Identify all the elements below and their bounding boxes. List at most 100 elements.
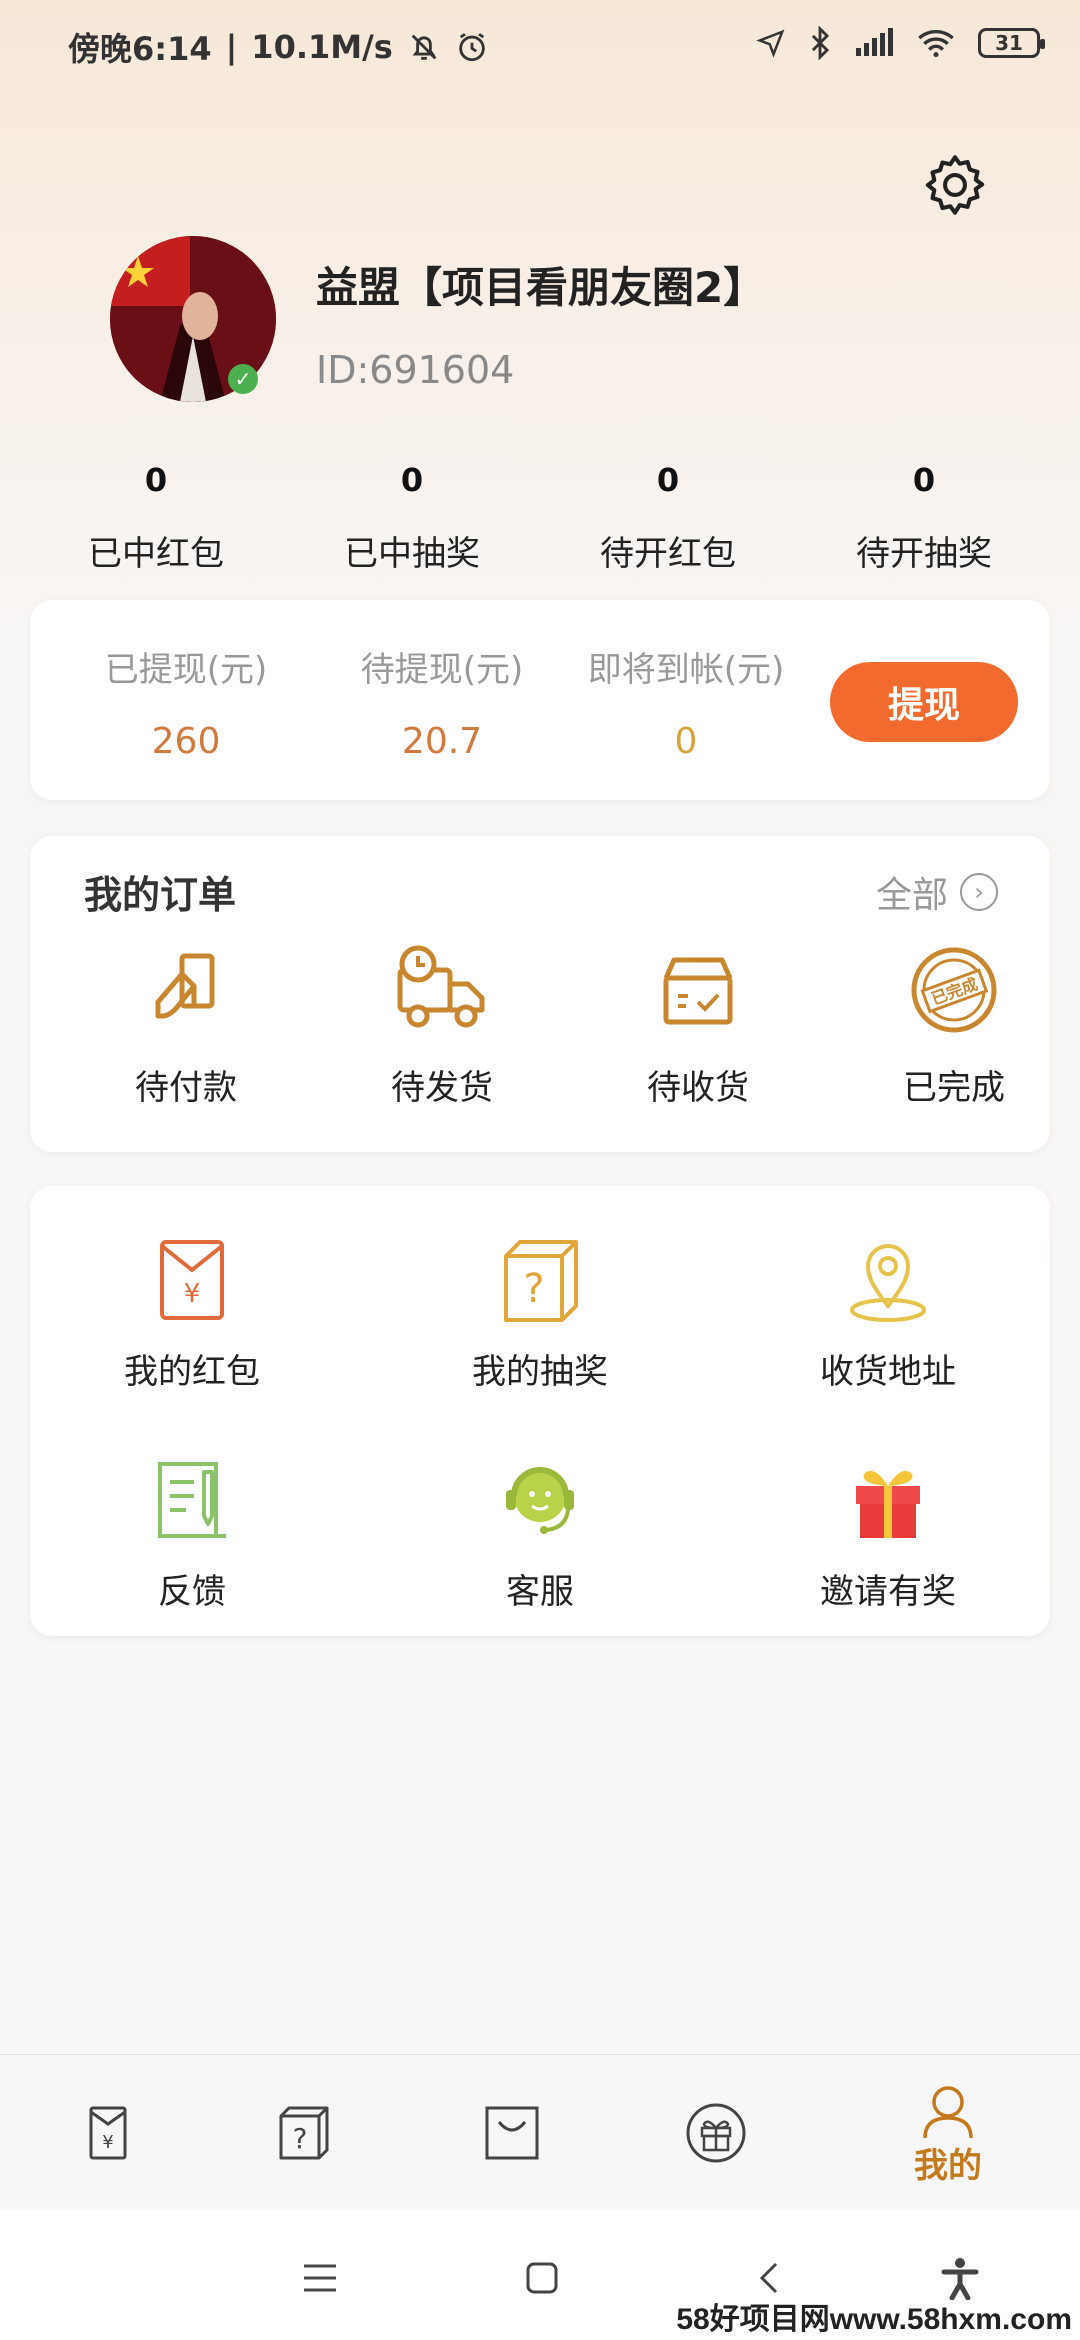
network-speed: 10.1M/s bbox=[251, 28, 393, 66]
service-my-lottery[interactable]: ? 我的抽奖 bbox=[420, 1236, 660, 1393]
wifi-icon bbox=[918, 30, 954, 58]
orders-card: 我的订单 全部 › 待付款 待发货 待收货 已完成 已完成 bbox=[30, 836, 1050, 1152]
feedback-icon bbox=[158, 1462, 226, 1538]
stat-won-redpacket[interactable]: 0 已中红包 bbox=[28, 456, 284, 576]
chevron-right-icon: › bbox=[960, 873, 999, 911]
status-time: 傍晚6:14 bbox=[68, 30, 212, 68]
gear-icon bbox=[925, 155, 985, 215]
stat-label: 待开抽奖 bbox=[856, 534, 992, 574]
system-nav-bar: 58好项目网www.58hxm.com bbox=[0, 2210, 1080, 2340]
service-feedback[interactable]: 反馈 bbox=[72, 1456, 312, 1613]
verified-badge-icon: ✓ bbox=[228, 364, 258, 394]
service-label: 客服 bbox=[506, 1572, 574, 1612]
order-label: 待发货 bbox=[391, 1068, 493, 1108]
service-shipping-address[interactable]: 收货地址 bbox=[768, 1236, 1008, 1393]
stat-value: 0 bbox=[656, 461, 680, 499]
service-label: 收货地址 bbox=[820, 1352, 956, 1392]
order-label: 已完成 bbox=[903, 1068, 1005, 1108]
service-label: 我的红包 bbox=[124, 1352, 260, 1392]
home-button[interactable] bbox=[512, 2248, 572, 2308]
withdraw-button[interactable]: 提现 bbox=[830, 662, 1018, 742]
order-pending-receipt[interactable]: 待收货 bbox=[598, 940, 798, 1109]
menu-icon bbox=[304, 2264, 336, 2292]
service-customer-service[interactable]: 客服 bbox=[420, 1456, 660, 1613]
orders-title: 我的订单 bbox=[84, 873, 237, 917]
stat-pending-redpacket[interactable]: 0 待开红包 bbox=[540, 456, 796, 576]
nav-lottery[interactable]: ? bbox=[196, 2055, 412, 2211]
stat-value: 0 bbox=[400, 461, 424, 499]
shopping-bag-icon bbox=[485, 2106, 539, 2160]
nav-shop[interactable] bbox=[404, 2055, 620, 2211]
status-separator: | bbox=[225, 28, 238, 66]
order-label: 待付款 bbox=[135, 1068, 237, 1108]
bottom-nav: ¥ ? 我的 bbox=[0, 2054, 1080, 2211]
gift-icon bbox=[856, 1470, 920, 1538]
nav-profile[interactable]: 我的 bbox=[840, 2055, 1056, 2211]
order-completed[interactable]: 已完成 已完成 bbox=[854, 940, 1054, 1109]
services-card: ¥ 我的红包 ? 我的抽奖 收货地址 反馈 客服 邀请有奖 bbox=[30, 1186, 1050, 1636]
withdrawn-label: 已提现(元) bbox=[104, 650, 268, 690]
view-all-label: 全部 bbox=[876, 875, 949, 916]
service-invite-reward[interactable]: 邀请有奖 bbox=[768, 1456, 1008, 1613]
order-pending-payment[interactable]: 待付款 bbox=[86, 940, 286, 1109]
home-square-icon bbox=[526, 2262, 558, 2294]
mystery-box-icon: ? bbox=[279, 2106, 329, 2160]
location-arrow-icon bbox=[756, 29, 785, 58]
stat-value: 0 bbox=[144, 461, 168, 499]
delivery-truck-icon bbox=[397, 945, 485, 1028]
service-my-redpacket[interactable]: ¥ 我的红包 bbox=[72, 1236, 312, 1393]
bell-muted-icon bbox=[411, 34, 437, 60]
nav-redpacket[interactable]: ¥ bbox=[0, 2055, 216, 2211]
settings-button[interactable] bbox=[920, 150, 990, 220]
user-id: ID:691604 bbox=[316, 348, 515, 392]
bluetooth-icon bbox=[811, 26, 830, 60]
order-label: 待收货 bbox=[647, 1068, 749, 1108]
pending-label: 待提现(元) bbox=[360, 650, 524, 690]
arriving-value: 0 bbox=[674, 721, 698, 762]
gift-circle-icon bbox=[686, 2103, 746, 2163]
nav-mystery-glyph: ? bbox=[293, 2122, 308, 2155]
username: 益盟【项目看朋友圈2】 bbox=[316, 263, 766, 312]
service-label: 我的抽奖 bbox=[472, 1352, 608, 1392]
red-envelope-icon: ¥ bbox=[89, 2106, 127, 2160]
nav-envelope-glyph: ¥ bbox=[102, 2132, 113, 2153]
arriving-column: 即将到帐(元) 0 bbox=[558, 642, 814, 762]
stat-label: 待开红包 bbox=[600, 534, 736, 574]
mystery-box-icon: ? bbox=[504, 1240, 578, 1322]
nav-profile-label: 我的 bbox=[914, 2145, 982, 2186]
envelope-glyph: ¥ bbox=[184, 1279, 201, 1309]
profile-icon bbox=[923, 2085, 973, 2138]
stat-label: 已中抽奖 bbox=[344, 534, 480, 574]
watermark: 58好项目网www.58hxm.com bbox=[676, 2303, 1072, 2336]
signal-icon bbox=[856, 28, 893, 56]
payment-icon bbox=[155, 953, 215, 1019]
alarm-icon bbox=[459, 33, 485, 62]
pending-column: 待提现(元) 20.7 bbox=[314, 642, 570, 762]
arriving-label: 即将到帐(元) bbox=[587, 650, 785, 690]
service-label: 反馈 bbox=[158, 1572, 226, 1612]
customer-service-icon bbox=[506, 1467, 574, 1534]
stat-pending-lottery[interactable]: 0 待开抽奖 bbox=[796, 456, 1052, 576]
menu-button[interactable] bbox=[290, 2248, 350, 2308]
location-pin-icon bbox=[850, 1244, 926, 1322]
pending-value: 20.7 bbox=[401, 721, 483, 762]
withdrawn-column: 已提现(元) 260 bbox=[58, 642, 314, 762]
stat-value: 0 bbox=[912, 461, 936, 499]
withdrawn-value: 260 bbox=[151, 721, 221, 762]
view-all-orders-link[interactable]: 全部 › bbox=[876, 866, 999, 918]
nav-gift[interactable] bbox=[608, 2055, 824, 2211]
back-arrow-icon bbox=[759, 2262, 778, 2294]
stat-won-lottery[interactable]: 0 已中抽奖 bbox=[284, 456, 540, 576]
battery-level: 31 bbox=[995, 31, 1023, 55]
wallet-card: 已提现(元) 260 待提现(元) 20.7 即将到帐(元) 0 提现 bbox=[30, 600, 1050, 800]
order-pending-shipment[interactable]: 待发货 bbox=[342, 940, 542, 1109]
mystery-glyph: ? bbox=[523, 1266, 544, 1312]
status-bar: 傍晚6:14 | 10.1M/s 31 bbox=[0, 0, 1080, 90]
red-envelope-icon: ¥ bbox=[160, 1240, 224, 1320]
package-box-icon bbox=[663, 957, 733, 1025]
battery-indicator: 31 bbox=[978, 28, 1045, 58]
stats-row: 0 已中红包 0 已中抽奖 0 待开红包 0 待开抽奖 bbox=[0, 456, 1080, 576]
service-label: 邀请有奖 bbox=[820, 1572, 956, 1612]
stat-label: 已中红包 bbox=[88, 534, 224, 574]
completed-stamp-icon: 已完成 bbox=[911, 947, 997, 1033]
